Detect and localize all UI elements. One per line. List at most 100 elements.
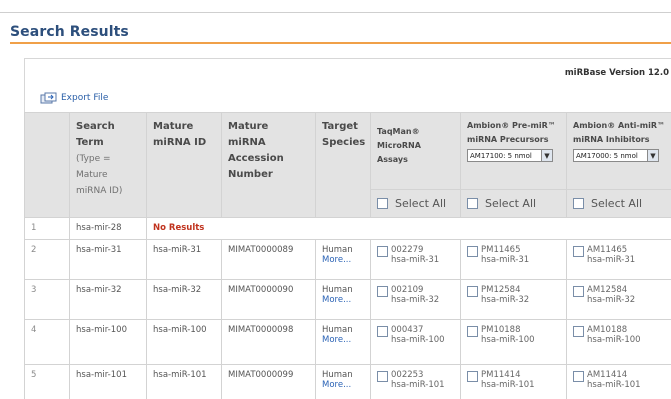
taqman-id: 002109 bbox=[391, 285, 424, 295]
species-cell: Human More... bbox=[315, 364, 371, 399]
antimir-checkbox[interactable] bbox=[573, 326, 584, 337]
table-row: 4 hsa-mir-100 hsa-miR-100 MIMAT0000098 H… bbox=[24, 319, 671, 365]
more-link[interactable]: More... bbox=[322, 380, 364, 390]
antimir-select-all-checkbox[interactable] bbox=[573, 198, 584, 209]
antimir-name: hsa-miR-101 bbox=[587, 380, 641, 390]
taqman-name: hsa-miR-101 bbox=[391, 380, 445, 390]
search-term-cell: hsa-mir-31 bbox=[69, 239, 147, 280]
taqman-select-all[interactable]: Select All bbox=[371, 189, 460, 217]
antimir-select-all[interactable]: Select All bbox=[567, 189, 671, 217]
premir-id: PM11414 bbox=[481, 370, 521, 380]
mature-id-cell: hsa-miR-32 bbox=[146, 279, 222, 320]
premir-checkbox[interactable] bbox=[467, 371, 478, 382]
header-antimir: Ambion® Anti-miR™ miRNA Inhibitors AM170… bbox=[566, 112, 671, 218]
antimir-select-all-label: Select All bbox=[591, 196, 643, 210]
antimir-cell: AM12584 hsa-miR-32 bbox=[566, 279, 671, 320]
header-species: Target Species bbox=[315, 112, 371, 218]
taqman-id: 002253 bbox=[391, 370, 424, 380]
accession-cell: MIMAT0000090 bbox=[221, 279, 316, 320]
title-underline bbox=[10, 42, 671, 44]
antimir-cell: AM11465 hsa-miR-31 bbox=[566, 239, 671, 280]
taqman-cell: 002279 hsa-miR-31 bbox=[370, 239, 461, 280]
row-index: 3 bbox=[24, 279, 70, 320]
header-taqman: TaqMan® MicroRNA Assays Select All bbox=[370, 112, 461, 218]
premir-checkbox[interactable] bbox=[467, 326, 478, 337]
antimir-checkbox[interactable] bbox=[573, 371, 584, 382]
premir-checkbox[interactable] bbox=[467, 246, 478, 257]
species-text: Human bbox=[322, 245, 353, 255]
header-index bbox=[24, 112, 70, 218]
export-file-label: Export File bbox=[61, 93, 109, 103]
taqman-checkbox[interactable] bbox=[377, 286, 388, 297]
species-text: Human bbox=[322, 325, 353, 335]
taqman-name: hsa-miR-32 bbox=[391, 295, 440, 305]
antimir-size-select[interactable]: AM17000: 5 nmol ▼ bbox=[573, 149, 659, 162]
no-results-cell: No Results bbox=[146, 217, 671, 240]
taqman-cell: 000437 hsa-miR-100 bbox=[370, 319, 461, 365]
chevron-down-icon[interactable]: ▼ bbox=[647, 150, 658, 161]
taqman-id: 002279 bbox=[391, 245, 424, 255]
search-term-cell: hsa-mir-100 bbox=[69, 319, 147, 365]
more-link[interactable]: More... bbox=[322, 255, 364, 265]
accession-cell: MIMAT0000098 bbox=[221, 319, 316, 365]
taqman-checkbox[interactable] bbox=[377, 246, 388, 257]
species-cell: Human More... bbox=[315, 279, 371, 320]
antimir-name: hsa-miR-31 bbox=[587, 255, 636, 265]
row-index: 2 bbox=[24, 239, 70, 280]
premir-cell: PM11414 hsa-miR-101 bbox=[460, 364, 567, 399]
antimir-checkbox[interactable] bbox=[573, 286, 584, 297]
premir-name: hsa-miR-31 bbox=[481, 255, 530, 265]
premir-select-all-checkbox[interactable] bbox=[467, 198, 478, 209]
table-row: 5 hsa-mir-101 hsa-miR-101 MIMAT0000099 H… bbox=[24, 364, 671, 399]
header-taqman-label: TaqMan® MicroRNA Assays bbox=[377, 127, 421, 164]
header-mature-id-label: Mature miRNA ID bbox=[153, 121, 207, 148]
species-text: Human bbox=[322, 370, 353, 380]
premir-size-select[interactable]: AM17100: 5 nmol ▼ bbox=[467, 149, 553, 162]
taqman-id: 000437 bbox=[391, 325, 424, 335]
premir-select-all[interactable]: Select All bbox=[461, 189, 566, 217]
taqman-checkbox[interactable] bbox=[377, 371, 388, 382]
page-title: Search Results bbox=[10, 24, 129, 40]
mature-id-cell: hsa-miR-101 bbox=[146, 364, 222, 399]
header-antimir-label: Ambion® Anti-miR™ miRNA Inhibitors bbox=[573, 121, 665, 144]
antimir-id: AM11465 bbox=[587, 245, 628, 255]
search-term-cell: hsa-mir-32 bbox=[69, 279, 147, 320]
chevron-down-icon[interactable]: ▼ bbox=[541, 150, 552, 161]
premir-cell: PM11465 hsa-miR-31 bbox=[460, 239, 567, 280]
premir-name: hsa-miR-32 bbox=[481, 295, 530, 305]
row-index: 1 bbox=[24, 217, 70, 240]
antimir-id: AM12584 bbox=[587, 285, 628, 295]
premir-cell: PM12584 hsa-miR-32 bbox=[460, 279, 567, 320]
header-search-term-note: (Type = Mature miRNA ID) bbox=[76, 154, 123, 196]
taqman-checkbox[interactable] bbox=[377, 326, 388, 337]
premir-checkbox[interactable] bbox=[467, 286, 478, 297]
premir-select-all-label: Select All bbox=[485, 196, 537, 210]
antimir-cell: AM10188 hsa-miR-100 bbox=[566, 319, 671, 365]
premir-id: PM11465 bbox=[481, 245, 521, 255]
header-premir: Ambion® Pre-miR™ miRNA Precursors AM1710… bbox=[460, 112, 567, 218]
taqman-select-all-checkbox[interactable] bbox=[377, 198, 388, 209]
taqman-cell: 002109 hsa-miR-32 bbox=[370, 279, 461, 320]
antimir-name: hsa-miR-32 bbox=[587, 295, 636, 305]
antimir-id: AM11414 bbox=[587, 370, 628, 380]
no-results-text: No Results bbox=[153, 223, 205, 233]
export-file-link[interactable]: Export File bbox=[40, 92, 108, 104]
antimir-id: AM10188 bbox=[587, 325, 628, 335]
premir-id: PM12584 bbox=[481, 285, 521, 295]
header-search-term: Search Term (Type = Mature miRNA ID) bbox=[69, 112, 147, 218]
premir-name: hsa-miR-101 bbox=[481, 380, 535, 390]
antimir-checkbox[interactable] bbox=[573, 246, 584, 257]
more-link[interactable]: More... bbox=[322, 295, 364, 305]
top-divider bbox=[0, 12, 671, 13]
header-mature-id: Mature miRNA ID bbox=[146, 112, 222, 218]
header-search-term-label: Search Term bbox=[76, 121, 115, 148]
premir-id: PM10188 bbox=[481, 325, 521, 335]
mature-id-cell: hsa-miR-100 bbox=[146, 319, 222, 365]
header-accession-label: Mature miRNA Accession Number bbox=[228, 121, 284, 180]
antimir-name: hsa-miR-100 bbox=[587, 335, 641, 345]
premir-size-value: AM17100: 5 nmol bbox=[470, 151, 532, 160]
table-row: 3 hsa-mir-32 hsa-miR-32 MIMAT0000090 Hum… bbox=[24, 279, 671, 320]
more-link[interactable]: More... bbox=[322, 335, 364, 345]
table-row: 2 hsa-mir-31 hsa-miR-31 MIMAT0000089 Hum… bbox=[24, 239, 671, 280]
results-table: Search Term (Type = Mature miRNA ID) Mat… bbox=[24, 112, 671, 399]
